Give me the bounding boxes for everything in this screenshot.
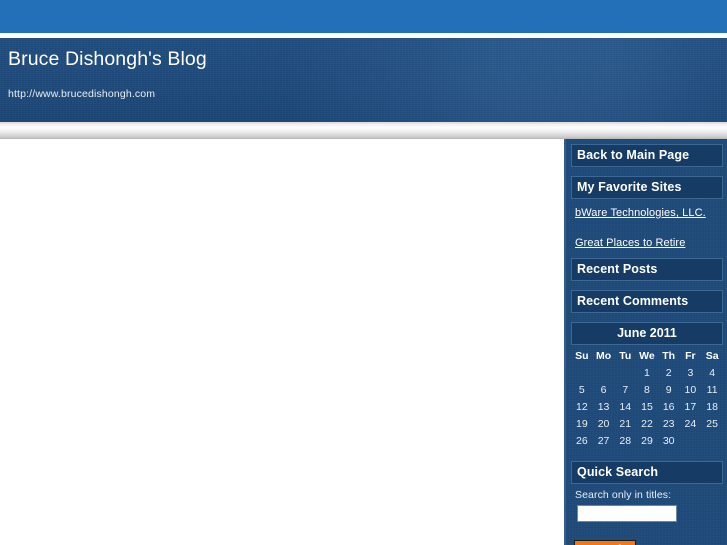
calendar-day[interactable]: 21 [614,416,636,433]
calendar-day[interactable]: 12 [571,399,593,416]
calendar-day[interactable]: 25 [701,416,723,433]
calendar-day[interactable]: 17 [680,399,702,416]
calendar-day[interactable]: 19 [571,416,593,433]
calendar-week-row: 19 20 21 22 23 24 25 [571,416,723,433]
calendar-day [680,433,702,450]
calendar-week-row: 1 2 3 4 [571,365,723,382]
calendar-dayname: We [639,350,655,362]
calendar-day[interactable]: 11 [701,382,723,399]
calendar-day [701,433,723,450]
calendar-day[interactable]: 30 [658,433,680,450]
calendar-dayname: Th [662,350,676,362]
top-blue-band [0,0,727,33]
site-masthead: Bruce Dishongh's Blog http://www.brucedi… [0,38,727,122]
calendar-day[interactable]: 28 [614,433,636,450]
calendar-day[interactable]: 20 [593,416,615,433]
calendar-dayname: Mo [595,350,612,362]
site-url: http://www.brucedishongh.com [8,88,156,100]
page-root: Bruce Dishongh's Blog http://www.brucedi… [0,0,727,545]
main-content-area [0,139,564,545]
calendar-day[interactable]: 10 [680,382,702,399]
calendar-day[interactable]: 15 [636,399,658,416]
search-input[interactable] [577,505,677,522]
masthead-bevel-divider [0,122,727,139]
calendar-day [614,365,636,382]
calendar-day[interactable]: 1 [636,365,658,382]
calendar-week-row: 5 6 7 8 9 10 11 [571,382,723,399]
calendar-day [571,365,593,382]
calendar-widget: June 2011 Su Mo Tu We Th Fr Sa 1 2 3 4 5… [571,313,723,450]
calendar-day[interactable]: 7 [614,382,636,399]
calendar-day [593,365,615,382]
calendar-day[interactable]: 18 [701,399,723,416]
calendar-day[interactable]: 4 [701,365,723,382]
sidebar-item-back-to-main-page[interactable]: Back to Main Page [571,144,723,167]
calendar-day[interactable]: 9 [658,382,680,399]
sidebar-section-quick-search: Quick Search [571,461,723,484]
calendar-table: Su Mo Tu We Th Fr Sa 1 2 3 4 5 6 7 8 9 1… [571,348,723,450]
calendar-day[interactable]: 2 [658,365,680,382]
calendar-day[interactable]: 16 [658,399,680,416]
calendar-day[interactable]: 29 [636,433,658,450]
favorite-site-link-great-places-to-retire[interactable]: Great Places to Retire [571,237,723,249]
sidebar-section-recent-posts: Recent Posts [571,258,723,281]
calendar-day[interactable]: 27 [593,433,615,450]
calendar-day[interactable]: 3 [680,365,702,382]
sidebar: Back to Main Page My Favorite Sites bWar… [564,139,727,545]
calendar-day[interactable]: 14 [614,399,636,416]
calendar-dayname: Fr [685,350,696,362]
favorite-sites-list: bWare Technologies, LLC. Great Places to… [571,199,723,249]
sidebar-section-my-favorite-sites: My Favorite Sites [571,176,723,199]
calendar-dayname: Tu [619,350,632,362]
quick-search-label: Search only in titles: [575,489,672,501]
calendar-day[interactable]: 8 [636,382,658,399]
quick-search-widget: Quick Search Search only in titles: Sear… [571,450,723,545]
calendar-dayname: Sa [705,350,719,362]
favorite-site-link-bware[interactable]: bWare Technologies, LLC. [571,207,723,219]
calendar-day[interactable]: 13 [593,399,615,416]
calendar-month-title: June 2011 [571,322,723,345]
calendar-day[interactable]: 23 [658,416,680,433]
calendar-day[interactable]: 5 [571,382,593,399]
calendar-week-row: 12 13 14 15 16 17 18 [571,399,723,416]
calendar-day[interactable]: 22 [636,416,658,433]
calendar-week-row: 26 27 28 29 30 [571,433,723,450]
sidebar-section-recent-comments: Recent Comments [571,290,723,313]
page-title: Bruce Dishongh's Blog [8,48,207,70]
calendar-day[interactable]: 6 [593,382,615,399]
calendar-day[interactable]: 26 [571,433,593,450]
search-button[interactable]: Search [574,540,636,545]
calendar-dayname-row: Su Mo Tu We Th Fr Sa [571,348,723,365]
calendar-dayname: Su [575,350,589,362]
calendar-day[interactable]: 24 [680,416,702,433]
